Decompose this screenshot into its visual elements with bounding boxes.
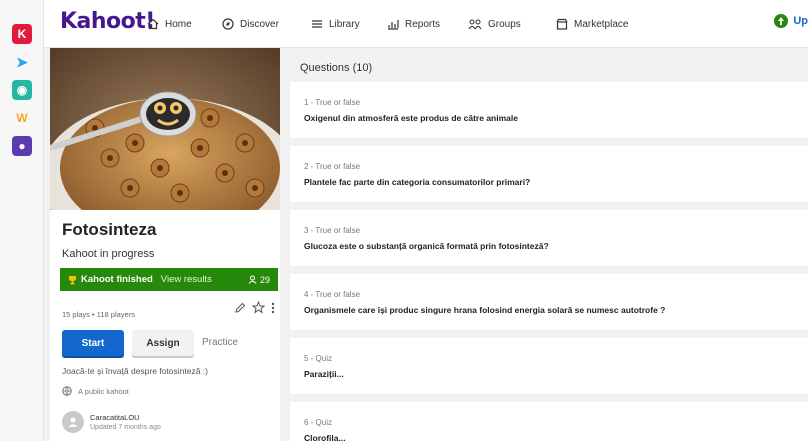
play-stats: 15 plays • 118 players	[62, 310, 135, 319]
globe-icon	[62, 386, 72, 396]
cereal-bowl-image	[50, 48, 280, 210]
visibility-label: A public kahoot	[78, 386, 129, 396]
question-card[interactable]: 4 - True or false Organismele care își p…	[290, 274, 808, 330]
nav-reports-label: Reports	[405, 18, 441, 30]
question-card[interactable]: 3 - True or false Glucoza este o substan…	[290, 210, 808, 266]
groups-icon	[468, 19, 482, 30]
nav-groups-label: Groups	[488, 18, 521, 30]
question-text: Plantele fac parte din categoria consuma…	[304, 177, 531, 187]
user-icon	[68, 417, 78, 427]
start-button[interactable]: Start	[62, 330, 124, 356]
kahoot-actions	[234, 301, 275, 314]
question-type: 5 - Quiz	[304, 354, 333, 363]
question-text: Clorofila...	[304, 433, 346, 441]
question-type: 1 - True or false	[304, 98, 361, 107]
updated-time: Updated 7 months ago	[90, 424, 161, 431]
avatar	[62, 411, 84, 433]
kahoot-title: Fotosinteza	[62, 220, 157, 239]
kahoot-finished-bar[interactable]: Kahoot finished View results 29	[60, 268, 278, 291]
reports-icon	[388, 20, 399, 30]
nav-marketplace-label: Marketplace	[574, 18, 629, 30]
nav-reports[interactable]: Reports	[387, 0, 440, 48]
upgrade-link[interactable]: Up	[774, 14, 808, 28]
finished-label: Kahoot finished	[81, 274, 153, 285]
w-app-icon[interactable]: W	[12, 108, 32, 128]
nav-library-label: Library	[329, 18, 360, 30]
kahoot-description: Joacă-te și învață despre fotosinteză :)	[62, 366, 208, 376]
cover-image	[50, 48, 280, 210]
arrow-app-icon[interactable]: ➤	[12, 52, 32, 72]
nav-library[interactable]: Library	[311, 0, 360, 48]
question-card[interactable]: 5 - Quiz Paraziții...	[290, 338, 808, 394]
kahoot-app-glyph: K	[17, 27, 27, 41]
monster-app-icon[interactable]: ●	[12, 136, 32, 156]
kahoot-details-panel: Fotosinteza Kahoot in progress Kahoot fi…	[50, 48, 280, 441]
nav-home-label: Home	[165, 18, 192, 30]
edit-icon[interactable]	[234, 302, 246, 314]
library-icon	[312, 20, 322, 28]
w-app-glyph: W	[16, 111, 28, 125]
questions-header: Questions (10)	[300, 62, 373, 74]
marketplace-icon	[556, 18, 568, 30]
chat-app-icon[interactable]: ◉	[12, 80, 32, 100]
chat-app-glyph: ◉	[16, 83, 28, 97]
upgrade-label: Up	[793, 15, 808, 27]
monster-app-glyph: ●	[18, 139, 26, 153]
question-type: 2 - True or false	[304, 162, 361, 171]
view-results-link[interactable]: View results	[161, 274, 212, 285]
question-card[interactable]: 1 - True or false Oxigenul din atmosferă…	[290, 82, 808, 138]
kahoot-status: Kahoot in progress	[62, 248, 155, 260]
practice-button[interactable]: Practice	[202, 337, 238, 348]
question-text: Organismele care își produc singure hran…	[304, 305, 666, 315]
question-card[interactable]: 2 - True or false Plantele fac parte din…	[290, 146, 808, 202]
nav-home[interactable]: Home	[147, 0, 192, 48]
author-name[interactable]: CaracatitaLOU	[90, 413, 161, 422]
player-count-value: 29	[259, 274, 270, 285]
question-text: Oxigenul din atmosferă este produs de că…	[304, 113, 518, 123]
compass-icon	[222, 18, 234, 30]
question-type: 3 - True or false	[304, 226, 361, 235]
app-strip: K ➤ ◉ W ●	[0, 0, 44, 441]
nav-discover-label: Discover	[240, 18, 279, 30]
kahoot-app-icon[interactable]: K	[12, 24, 32, 44]
top-navigation: Kahoot! Home Discover Library Reports Gr…	[44, 0, 808, 48]
nav-groups[interactable]: Groups	[468, 0, 521, 48]
favorite-star-icon[interactable]	[252, 301, 265, 314]
more-options-icon[interactable]	[271, 302, 275, 314]
player-count: 29	[248, 275, 270, 285]
nav-marketplace[interactable]: Marketplace	[556, 0, 628, 48]
question-text: Glucoza este o substanță organică format…	[304, 241, 549, 251]
assign-button[interactable]: Assign	[132, 330, 194, 356]
arrow-app-glyph: ➤	[16, 53, 28, 70]
players-icon	[248, 275, 257, 284]
home-icon	[147, 18, 159, 30]
kahoot-logo[interactable]: Kahoot!	[60, 9, 155, 34]
upgrade-icon	[774, 14, 789, 28]
question-type: 4 - True or false	[304, 290, 361, 299]
trophy-icon	[69, 275, 76, 284]
author-info[interactable]: CaracatitaLOU Updated 7 months ago	[62, 411, 161, 433]
visibility-info: A public kahoot	[62, 386, 129, 396]
question-text: Paraziții...	[304, 369, 344, 379]
question-type: 6 - Quiz	[304, 418, 333, 427]
question-card[interactable]: 6 - Quiz Clorofila...	[290, 402, 808, 441]
nav-discover[interactable]: Discover	[222, 0, 279, 48]
